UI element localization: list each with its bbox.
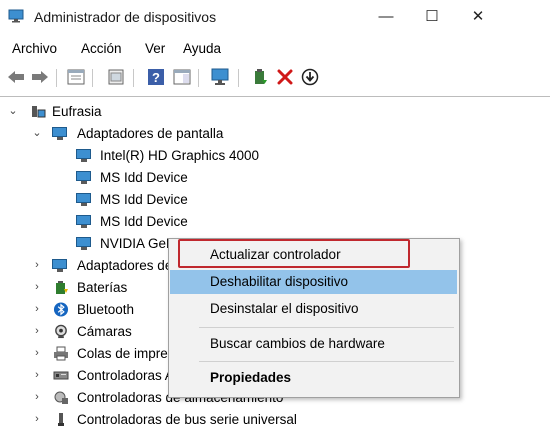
maximize-button[interactable]: ☐ [409, 0, 455, 34]
chevron-right-icon[interactable]: › [32, 277, 42, 298]
display-adapter-icon [76, 192, 92, 207]
tree-item-label: Baterías [77, 280, 128, 295]
chevron-right-icon[interactable]: › [32, 321, 42, 342]
display-adapter-icon [76, 214, 92, 229]
tree-item-label: Cámaras [77, 324, 132, 339]
bluetooth-icon [53, 302, 69, 317]
battery-icon [56, 281, 68, 294]
red-outline-annotation [178, 239, 410, 268]
help-icon[interactable]: ? [146, 67, 166, 87]
menu-scan-hardware[interactable]: Buscar cambios de hardware [170, 332, 457, 356]
display-adapter-icon [52, 126, 68, 141]
tree-item-display-adapters[interactable]: ⌄ Adaptadores de pantalla [0, 123, 540, 144]
storage-controller-icon [54, 391, 68, 404]
disable-down-icon[interactable] [300, 67, 320, 87]
menu-separator [199, 361, 454, 362]
device-manager-icon [8, 9, 24, 23]
tree-item-adapter[interactable]: Intel(R) HD Graphics 4000 [0, 145, 540, 166]
chevron-down-icon[interactable]: ⌄ [8, 101, 18, 122]
computer-icon [32, 106, 46, 118]
forward-arrow-icon[interactable] [30, 67, 50, 87]
menu-disable-device[interactable]: Deshabilitar dispositivo [170, 270, 457, 294]
network-adapter-icon [52, 258, 68, 273]
menu-accion[interactable]: Acción [81, 41, 122, 56]
tree-item-label: Adaptadores de pantalla [77, 126, 224, 141]
menu-uninstall-device[interactable]: Desinstalar el dispositivo [170, 297, 457, 321]
tree-item-label: Bluetooth [77, 302, 135, 317]
tree-item-label: Intel(R) HD Graphics 4000 [100, 148, 260, 163]
usb-icon [58, 413, 64, 426]
back-arrow-icon[interactable] [6, 67, 26, 87]
chevron-right-icon[interactable]: › [32, 299, 42, 320]
menu-item-label: Desinstalar el dispositivo [210, 301, 359, 316]
printer-icon [54, 346, 68, 361]
menu-properties[interactable]: Propiedades [170, 366, 457, 390]
close-button[interactable]: ✕ [455, 0, 501, 34]
chevron-right-icon[interactable]: › [32, 365, 42, 386]
action-pane-icon[interactable] [172, 67, 192, 87]
controller-icon [53, 371, 69, 380]
chevron-right-icon[interactable]: › [32, 255, 42, 276]
title-bar: Administrador de dispositivos — ☐ ✕ [0, 0, 550, 34]
tree-item-adapter[interactable]: MS Idd Device [0, 167, 540, 188]
uninstall-x-icon[interactable] [275, 67, 295, 87]
menu-item-label: Buscar cambios de hardware [210, 336, 385, 351]
tree-item-label: MS Idd Device [100, 170, 188, 185]
camera-icon [55, 324, 67, 339]
menu-ver[interactable]: Ver [145, 41, 165, 56]
toolbar: ? [0, 64, 550, 92]
display-adapter-icon [76, 170, 92, 185]
svg-text:?: ? [152, 70, 160, 85]
display-adapter-icon [76, 148, 92, 163]
tree-item-adapter[interactable]: MS Idd Device [0, 189, 540, 210]
tree-root[interactable]: ⌄ Eufrasia [0, 101, 540, 122]
menu-archivo[interactable]: Archivo [12, 41, 57, 56]
properties-icon[interactable] [66, 67, 86, 87]
menu-bar: Archivo Acción Ver Ayuda [0, 36, 550, 60]
update-driver-icon[interactable] [250, 67, 270, 87]
menu-separator [199, 327, 454, 328]
tree-root-label: Eufrasia [52, 104, 102, 119]
menu-item-label: Propiedades [210, 370, 292, 385]
chevron-right-icon[interactable]: › [32, 387, 42, 408]
tree-item-label: MS Idd Device [100, 214, 188, 229]
show-hide-console-icon[interactable] [106, 67, 126, 87]
menu-item-label: Deshabilitar dispositivo [210, 274, 349, 289]
menu-ayuda[interactable]: Ayuda [183, 41, 221, 56]
tree-item-adapter[interactable]: MS Idd Device [0, 211, 540, 232]
minimize-button[interactable]: — [363, 0, 409, 34]
window-title: Administrador de dispositivos [34, 9, 217, 25]
tree-item-label: MS Idd Device [100, 192, 188, 207]
display-adapter-icon [76, 236, 92, 251]
scan-monitor-icon[interactable] [210, 67, 230, 87]
chevron-down-icon[interactable]: ⌄ [32, 123, 42, 144]
chevron-right-icon[interactable]: › [32, 343, 42, 364]
